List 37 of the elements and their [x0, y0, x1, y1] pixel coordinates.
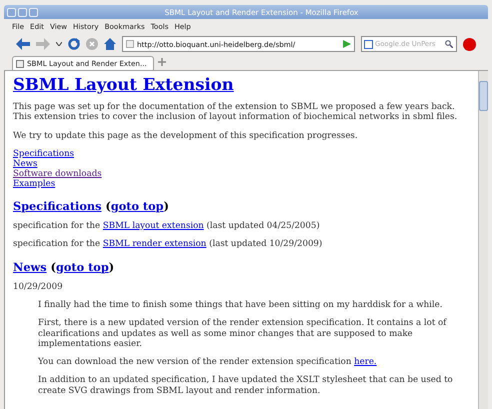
parenthesis: ): [108, 260, 114, 274]
date: 10/29/2009: [13, 282, 64, 292]
adblock-icon[interactable]: [463, 38, 476, 50]
page-icon: [126, 40, 134, 48]
link[interactable]: News: [13, 158, 38, 169]
link[interactable]: Specifications: [13, 148, 74, 159]
link[interactable]: Examples: [13, 178, 56, 189]
search-engine-icon[interactable]: [364, 40, 373, 48]
section-heading-link[interactable]: News: [13, 260, 47, 274]
scrollbar-thumb[interactable]: [479, 81, 488, 111]
page-icon: [16, 60, 24, 68]
new-tab-icon[interactable]: [158, 58, 166, 66]
parenthesis: ): [164, 198, 169, 213]
scrollbar[interactable]: [478, 71, 488, 409]
paragraph: In addition to an updated specification, I have updated the XSLT stylesheet that can be used to create SVG drawings from SBML layout and render information.: [37, 375, 454, 396]
back-arrow-icon[interactable]: [16, 38, 30, 50]
paragraph: You can download the new version of the render extension specification here.: [37, 357, 378, 368]
home-icon[interactable]: [104, 38, 116, 50]
goto-top-link[interactable]: goto top: [56, 260, 109, 274]
paragraph: This page was set up for the documentation of the extension to SBML we proposed a few years back. This extension tries to cover the inclusion of layout information of biochemical networks in sbml files.: [13, 102, 458, 123]
page-title-link[interactable]: SBML Layout Extension: [13, 75, 234, 94]
parenthesis: (: [105, 198, 111, 213]
search-icon[interactable]: [445, 40, 453, 48]
link[interactable]: SBML layout extension: [102, 220, 204, 231]
paragraph: We try to update this page as the development of this specification progresses.: [13, 130, 359, 141]
goto-top-link[interactable]: goto top: [110, 198, 164, 213]
link[interactable]: Software downloads: [13, 168, 102, 179]
reload-icon[interactable]: [68, 38, 80, 50]
paragraph: I finally had the time to finish some things that have been sitting on my harddisk for a while.: [37, 300, 444, 310]
section-heading-link[interactable]: Specifications: [13, 198, 102, 213]
paragraph: specification for the SBML layout extension (last updated 04/25/2005): [13, 220, 321, 232]
parenthesis: (: [50, 260, 56, 274]
go-icon[interactable]: [343, 40, 351, 48]
link[interactable]: here.: [354, 357, 377, 368]
paragraph: specification for the SBML render extension (last updated 10/29/2009): [13, 239, 324, 250]
paragraph: First, there is a new updated version of the render extension specification. It contains a lot of clearifications and updates as well as some minor changes that are supposed to make implementations easier.: [37, 318, 448, 350]
link[interactable]: SBML render extension: [102, 239, 206, 250]
